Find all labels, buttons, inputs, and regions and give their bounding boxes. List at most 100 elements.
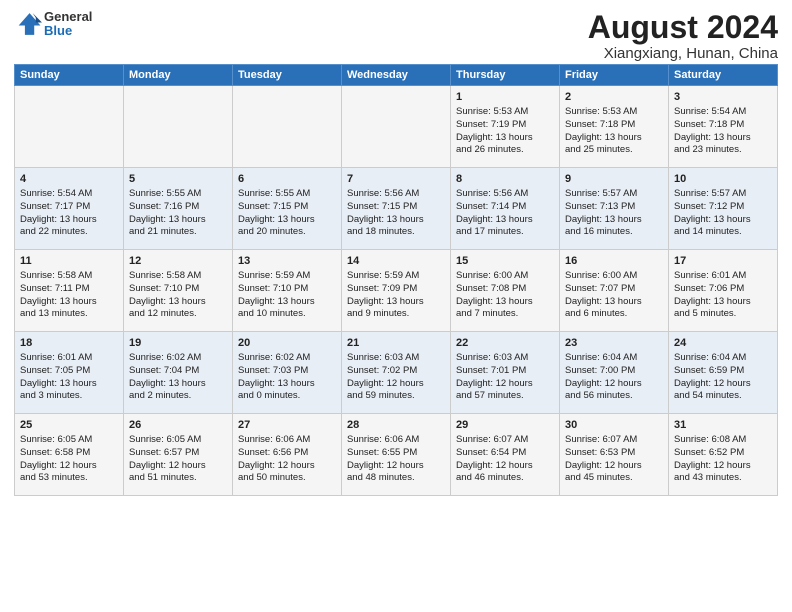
- col-saturday: Saturday: [669, 65, 778, 86]
- calendar-cell: 28Sunrise: 6:06 AMSunset: 6:55 PMDayligh…: [342, 414, 451, 496]
- day-info: Daylight: 12 hours: [129, 460, 227, 473]
- calendar-cell: 15Sunrise: 6:00 AMSunset: 7:08 PMDayligh…: [451, 250, 560, 332]
- day-info: Sunset: 6:59 PM: [674, 365, 772, 378]
- day-number: 10: [674, 172, 772, 187]
- calendar-cell: 10Sunrise: 5:57 AMSunset: 7:12 PMDayligh…: [669, 168, 778, 250]
- day-info: Sunset: 7:05 PM: [20, 365, 118, 378]
- calendar-cell: 17Sunrise: 6:01 AMSunset: 7:06 PMDayligh…: [669, 250, 778, 332]
- calendar-cell: 1Sunrise: 5:53 AMSunset: 7:19 PMDaylight…: [451, 86, 560, 168]
- day-info: Sunrise: 5:58 AM: [20, 270, 118, 283]
- day-info: and 56 minutes.: [565, 390, 663, 403]
- calendar-cell: 7Sunrise: 5:56 AMSunset: 7:15 PMDaylight…: [342, 168, 451, 250]
- col-thursday: Thursday: [451, 65, 560, 86]
- day-info: Daylight: 13 hours: [674, 214, 772, 227]
- calendar-week-1: 1Sunrise: 5:53 AMSunset: 7:19 PMDaylight…: [15, 86, 778, 168]
- day-number: 14: [347, 254, 445, 269]
- day-info: Sunset: 7:14 PM: [456, 201, 554, 214]
- day-number: 31: [674, 418, 772, 433]
- day-info: Sunrise: 5:57 AM: [674, 188, 772, 201]
- day-info: and 3 minutes.: [20, 390, 118, 403]
- day-info: Daylight: 13 hours: [565, 132, 663, 145]
- calendar-week-4: 18Sunrise: 6:01 AMSunset: 7:05 PMDayligh…: [15, 332, 778, 414]
- calendar-cell: 30Sunrise: 6:07 AMSunset: 6:53 PMDayligh…: [560, 414, 669, 496]
- day-info: and 0 minutes.: [238, 390, 336, 403]
- day-info: Sunset: 7:06 PM: [674, 283, 772, 296]
- day-number: 5: [129, 172, 227, 187]
- day-info: Daylight: 12 hours: [347, 460, 445, 473]
- calendar-body: 1Sunrise: 5:53 AMSunset: 7:19 PMDaylight…: [15, 86, 778, 496]
- day-number: 19: [129, 336, 227, 351]
- col-monday: Monday: [124, 65, 233, 86]
- header: General Blue August 2024 Xiangxiang, Hun…: [14, 10, 778, 62]
- day-number: 24: [674, 336, 772, 351]
- day-info: and 7 minutes.: [456, 308, 554, 321]
- day-info: Sunrise: 5:55 AM: [129, 188, 227, 201]
- calendar-week-3: 11Sunrise: 5:58 AMSunset: 7:11 PMDayligh…: [15, 250, 778, 332]
- day-info: and 22 minutes.: [20, 226, 118, 239]
- day-number: 27: [238, 418, 336, 433]
- calendar-week-5: 25Sunrise: 6:05 AMSunset: 6:58 PM Dayligh…: [15, 414, 778, 496]
- day-number: 6: [238, 172, 336, 187]
- day-info: Sunrise: 6:00 AM: [565, 270, 663, 283]
- calendar-cell: 14Sunrise: 5:59 AMSunset: 7:09 PMDayligh…: [342, 250, 451, 332]
- calendar-cell: 9Sunrise: 5:57 AMSunset: 7:13 PMDaylight…: [560, 168, 669, 250]
- day-info: Daylight: 13 hours: [20, 296, 118, 309]
- logo-general-text: General: [44, 10, 92, 24]
- day-number: 15: [456, 254, 554, 269]
- day-info: and 54 minutes.: [674, 390, 772, 403]
- day-info: Sunrise: 5:59 AM: [347, 270, 445, 283]
- day-info: Sunset: 6:58 PM: [20, 447, 118, 460]
- month-title: August 2024: [588, 10, 778, 45]
- day-info: Sunrise: 6:06 AM: [347, 434, 445, 447]
- day-info: Sunset: 7:09 PM: [347, 283, 445, 296]
- day-number: 9: [565, 172, 663, 187]
- day-info: Sunset: 7:01 PM: [456, 365, 554, 378]
- day-info: and 18 minutes.: [347, 226, 445, 239]
- day-number: 17: [674, 254, 772, 269]
- day-info: Daylight: 12 hours: [565, 460, 663, 473]
- day-info: Daylight: 12 hours: [238, 460, 336, 473]
- day-info: Daylight: 13 hours: [456, 214, 554, 227]
- calendar-cell: 16Sunrise: 6:00 AMSunset: 7:07 PMDayligh…: [560, 250, 669, 332]
- day-number: 25: [20, 418, 118, 433]
- logo: General Blue: [14, 10, 92, 39]
- day-number: 2: [565, 90, 663, 105]
- day-info: Sunrise: 6:04 AM: [674, 352, 772, 365]
- day-info: and 20 minutes.: [238, 226, 336, 239]
- day-info: and 10 minutes.: [238, 308, 336, 321]
- day-info: Sunset: 6:52 PM: [674, 447, 772, 460]
- day-info: Daylight: 13 hours: [20, 214, 118, 227]
- day-info: and 16 minutes.: [565, 226, 663, 239]
- day-info: Sunset: 7:15 PM: [347, 201, 445, 214]
- day-info: Sunset: 7:10 PM: [129, 283, 227, 296]
- day-info: Sunrise: 6:07 AM: [565, 434, 663, 447]
- day-number: 23: [565, 336, 663, 351]
- day-info: and 46 minutes.: [456, 472, 554, 485]
- day-number: 21: [347, 336, 445, 351]
- day-info: Sunrise: 5:55 AM: [238, 188, 336, 201]
- day-info: Sunset: 7:17 PM: [20, 201, 118, 214]
- day-info: and 53 minutes.: [20, 472, 118, 485]
- calendar-week-2: 4Sunrise: 5:54 AMSunset: 7:17 PMDaylight…: [15, 168, 778, 250]
- day-info: and 5 minutes.: [674, 308, 772, 321]
- day-info: Sunrise: 5:59 AM: [238, 270, 336, 283]
- day-info: Sunset: 7:03 PM: [238, 365, 336, 378]
- day-info: and 21 minutes.: [129, 226, 227, 239]
- day-info: Daylight: 13 hours: [238, 378, 336, 391]
- day-info: Daylight: 13 hours: [238, 214, 336, 227]
- day-number: 13: [238, 254, 336, 269]
- calendar-cell: 24Sunrise: 6:04 AMSunset: 6:59 PMDayligh…: [669, 332, 778, 414]
- day-info: Sunrise: 5:56 AM: [347, 188, 445, 201]
- day-info: Daylight: 13 hours: [674, 296, 772, 309]
- calendar-cell: 8Sunrise: 5:56 AMSunset: 7:14 PMDaylight…: [451, 168, 560, 250]
- day-number: 8: [456, 172, 554, 187]
- page-container: General Blue August 2024 Xiangxiang, Hun…: [0, 0, 792, 502]
- day-info: Daylight: 13 hours: [347, 296, 445, 309]
- day-info: Sunrise: 6:05 AM: [20, 434, 118, 447]
- day-info: Daylight: 13 hours: [456, 132, 554, 145]
- calendar-header: Sunday Monday Tuesday Wednesday Thursday…: [15, 65, 778, 86]
- calendar-cell: 29Sunrise: 6:07 AMSunset: 6:54 PMDayligh…: [451, 414, 560, 496]
- day-number: 20: [238, 336, 336, 351]
- day-info: Daylight: 12 hours: [456, 460, 554, 473]
- day-info: Daylight: 12 hours: [674, 460, 772, 473]
